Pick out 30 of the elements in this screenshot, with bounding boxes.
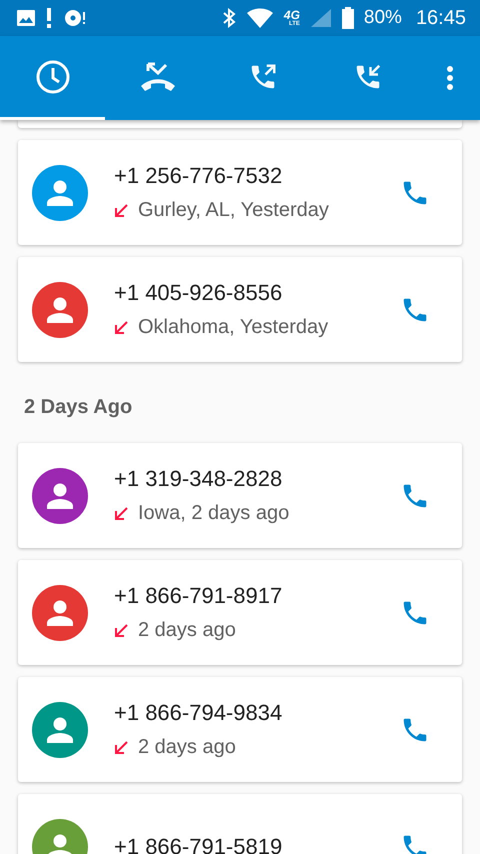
more-vertical-icon (447, 66, 453, 90)
wifi-icon (246, 7, 274, 29)
section-header: 2 Days Ago (23, 395, 134, 420)
call-card[interactable]: +1 405-926-8556 Oklahoma, Yesterday (18, 257, 462, 362)
call-detail: Gurley, AL, Yesterday (138, 199, 329, 222)
call-detail: Oklahoma, Yesterday (138, 316, 328, 339)
clock-icon (34, 58, 70, 94)
phone-number: +1 256-776-7532 (114, 163, 284, 189)
call-card[interactable]: +1 866-794-9834 2 days ago (18, 677, 462, 782)
call-detail: 2 days ago (138, 619, 236, 642)
bluetooth-icon (222, 8, 236, 28)
call-detail: Iowa, 2 days ago (138, 502, 290, 525)
phone-number: +1 866-791-8917 (114, 583, 284, 609)
call-detail: 2 days ago (138, 736, 236, 759)
phone-number: +1 405-926-8556 (114, 280, 284, 306)
alert-icon (46, 8, 52, 28)
image-icon (16, 9, 36, 27)
phone-number: +1 866-791-5819 (114, 834, 284, 854)
call-card[interactable]: +1 319-348-2828 Iowa, 2 days ago (18, 443, 462, 548)
phone-number: +1 319-348-2828 (114, 466, 284, 492)
signal-icon (310, 8, 332, 28)
battery-icon (342, 7, 354, 29)
missed-call-icon (138, 60, 176, 94)
call-card[interactable]: +1 866-791-5819 (18, 794, 462, 854)
clock-time: 16:45 (416, 6, 466, 30)
phone-number: +1 866-794-9834 (114, 700, 284, 726)
battery-percent: 80% (364, 7, 402, 29)
call-card[interactable]: +1 256-776-7532 Gurley, AL, Yesterday (18, 140, 462, 245)
call-card[interactable]: +1 866-791-8917 2 days ago (18, 560, 462, 665)
disc-icon (62, 8, 86, 28)
